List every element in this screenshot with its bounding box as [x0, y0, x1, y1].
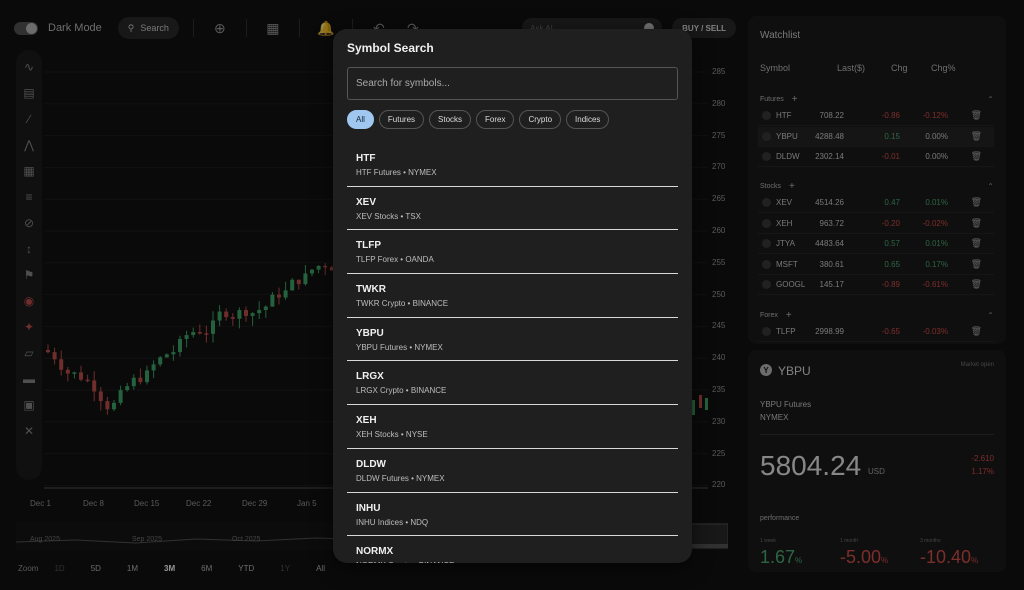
search-result-item[interactable]: TLFP TLFP Forex • OANDA: [347, 230, 678, 275]
search-results-list: HTF HTF Futures • NYMEX XEV XEV Stocks • TS…: [347, 143, 678, 563]
filter-chip-futures[interactable]: Futures: [378, 110, 425, 129]
search-result-item[interactable]: DLDW DLDW Futures • NYMEX: [347, 449, 678, 493]
modal-title: Symbol Search: [347, 41, 434, 55]
result-symbol: LRGX: [356, 371, 384, 383]
result-symbol: XEV: [356, 196, 377, 208]
trading-app: Dark Mode ⚲ Search ⊕ ▦ 🔔 ↶ ↷ Ask AI... B…: [0, 0, 1024, 590]
search-result-item[interactable]: LRGX LRGX Crypto • BINANCE: [347, 361, 678, 406]
result-subtitle: TWKR Crypto • BINANCE: [356, 299, 449, 309]
search-result-item[interactable]: XEV XEV Stocks • TSX: [347, 187, 678, 231]
result-symbol: NORMX: [356, 546, 394, 558]
search-result-item[interactable]: INHU INHU Indices • NDQ: [347, 493, 678, 537]
result-symbol: TWKR: [356, 284, 386, 296]
symbol-search-modal: Symbol Search AllFuturesStocksForexCrypt…: [333, 29, 692, 563]
result-symbol: INHU: [356, 502, 381, 514]
filter-chip-all[interactable]: All: [347, 110, 374, 129]
result-subtitle: YBPU Futures • NYMEX: [356, 342, 443, 352]
search-result-item[interactable]: XEH XEH Stocks • NYSE: [347, 405, 678, 449]
result-subtitle: HTF Futures • NYMEX: [356, 168, 437, 177]
search-result-item[interactable]: NORMX NORMX Crypto • BINANCE: [347, 536, 678, 563]
filter-chips: All Futures Stocks Forex Crypto Indices: [347, 110, 610, 129]
symbol-search-input[interactable]: [347, 67, 678, 100]
result-subtitle: LRGX Crypto • BINANCE: [356, 386, 447, 396]
result-symbol: XEH: [356, 415, 377, 427]
result-symbol: DLDW: [356, 458, 386, 470]
result-subtitle: INHU Indices • NDQ: [356, 517, 429, 527]
result-subtitle: NORMX Crypto • BINANCE: [356, 561, 678, 563]
result-subtitle: XEH Stocks • NYSE: [356, 430, 428, 440]
result-symbol: TLFP: [356, 240, 381, 252]
search-result-item[interactable]: HTF HTF Futures • NYMEX: [347, 143, 678, 187]
filter-chip-stocks[interactable]: Stocks: [429, 110, 472, 129]
result-subtitle: TLFP Forex • OANDA: [356, 255, 434, 265]
filter-chip-indices[interactable]: Indices: [566, 110, 610, 129]
result-symbol: YBPU: [356, 327, 384, 339]
filter-chip-forex[interactable]: Forex: [476, 110, 515, 129]
result-subtitle: DLDW Futures • NYMEX: [356, 473, 445, 483]
result-symbol: HTF: [356, 153, 376, 164]
search-result-item[interactable]: YBPU YBPU Futures • NYMEX: [347, 318, 678, 362]
filter-chip-crypto[interactable]: Crypto: [519, 110, 562, 129]
search-result-item[interactable]: TWKR TWKR Crypto • BINANCE: [347, 274, 678, 318]
result-subtitle: XEV Stocks • TSX: [356, 211, 421, 221]
